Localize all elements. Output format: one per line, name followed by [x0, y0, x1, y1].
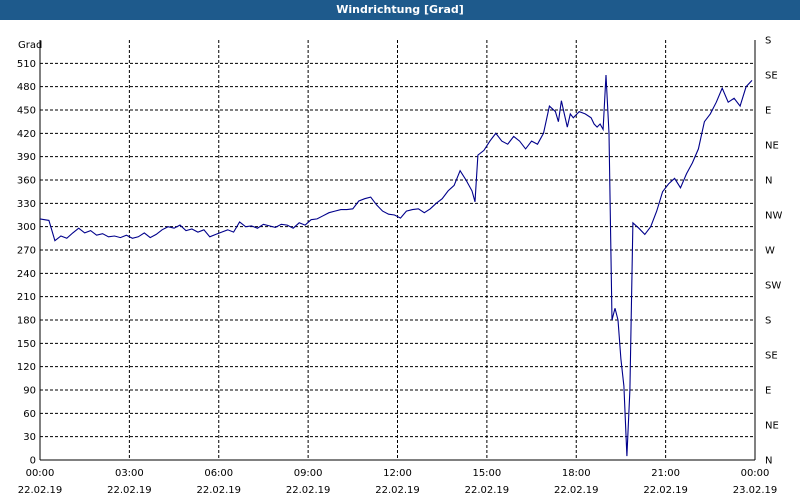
- x-tick-date: 23.02.19: [733, 485, 778, 496]
- y-tick-label: 450: [17, 106, 36, 117]
- compass-label: SW: [765, 281, 781, 292]
- compass-label: SE: [765, 71, 778, 82]
- compass-label: N: [765, 176, 772, 187]
- compass-label: E: [765, 106, 771, 117]
- y-tick-label: 120: [17, 362, 36, 373]
- x-tick-time: 09:00: [294, 468, 323, 479]
- y-tick-label: 480: [17, 82, 36, 93]
- compass-label: NW: [765, 211, 782, 222]
- x-tick-date: 22.02.19: [643, 485, 688, 496]
- y-tick-label: 420: [17, 129, 36, 140]
- y-tick-label: 330: [17, 199, 36, 210]
- x-tick-time: 00:00: [741, 468, 770, 479]
- y-tick-label: 90: [23, 386, 36, 397]
- compass-label: S: [765, 36, 771, 47]
- y-tick-label: 180: [17, 316, 36, 327]
- x-tick-date: 22.02.19: [196, 485, 241, 496]
- wind-direction-chart: 0 30 60 90 120 150 180 210 240 270 300 330 360 390 420…: [17, 36, 783, 497]
- compass-label: NE: [765, 421, 779, 432]
- compass-label: SE: [765, 351, 778, 362]
- y-tick-label: 0: [30, 456, 36, 467]
- y-tick-label: 390: [17, 152, 36, 163]
- x-tick-date: 22.02.19: [375, 485, 420, 496]
- x-tick-date: 22.02.19: [18, 485, 63, 496]
- x-tick-time: 18:00: [562, 468, 591, 479]
- y-axis-label: Grad: [18, 40, 42, 51]
- y-tick-label: 210: [17, 292, 36, 303]
- compass-label: S: [765, 316, 771, 327]
- x-tick-date: 22.02.19: [286, 485, 331, 496]
- y-tick-label: 240: [17, 269, 36, 280]
- x-tick-time: 03:00: [115, 468, 144, 479]
- compass-label: E: [765, 386, 771, 397]
- x-tick-date: 22.02.19: [107, 485, 152, 496]
- x-tick-time: 12:00: [383, 468, 412, 479]
- y-tick-label: 60: [23, 409, 36, 420]
- x-tick-time: 21:00: [651, 468, 680, 479]
- compass-label: N: [765, 456, 772, 467]
- y-tick-label: 150: [17, 339, 36, 350]
- x-tick-date: 22.02.19: [465, 485, 510, 496]
- y-tick-label: 300: [17, 222, 36, 233]
- y-tick-label: 270: [17, 246, 36, 257]
- x-tick-time: 00:00: [26, 468, 55, 479]
- x-tick-time: 15:00: [472, 468, 501, 479]
- y-tick-label: 360: [17, 176, 36, 187]
- x-tick-time: 06:00: [204, 468, 233, 479]
- compass-label: NE: [765, 141, 779, 152]
- compass-label: W: [765, 246, 775, 257]
- x-tick-date: 22.02.19: [554, 485, 599, 496]
- y-tick-label: 510: [17, 59, 36, 70]
- series-line: [39, 74, 753, 457]
- y-tick-label: 30: [23, 432, 36, 443]
